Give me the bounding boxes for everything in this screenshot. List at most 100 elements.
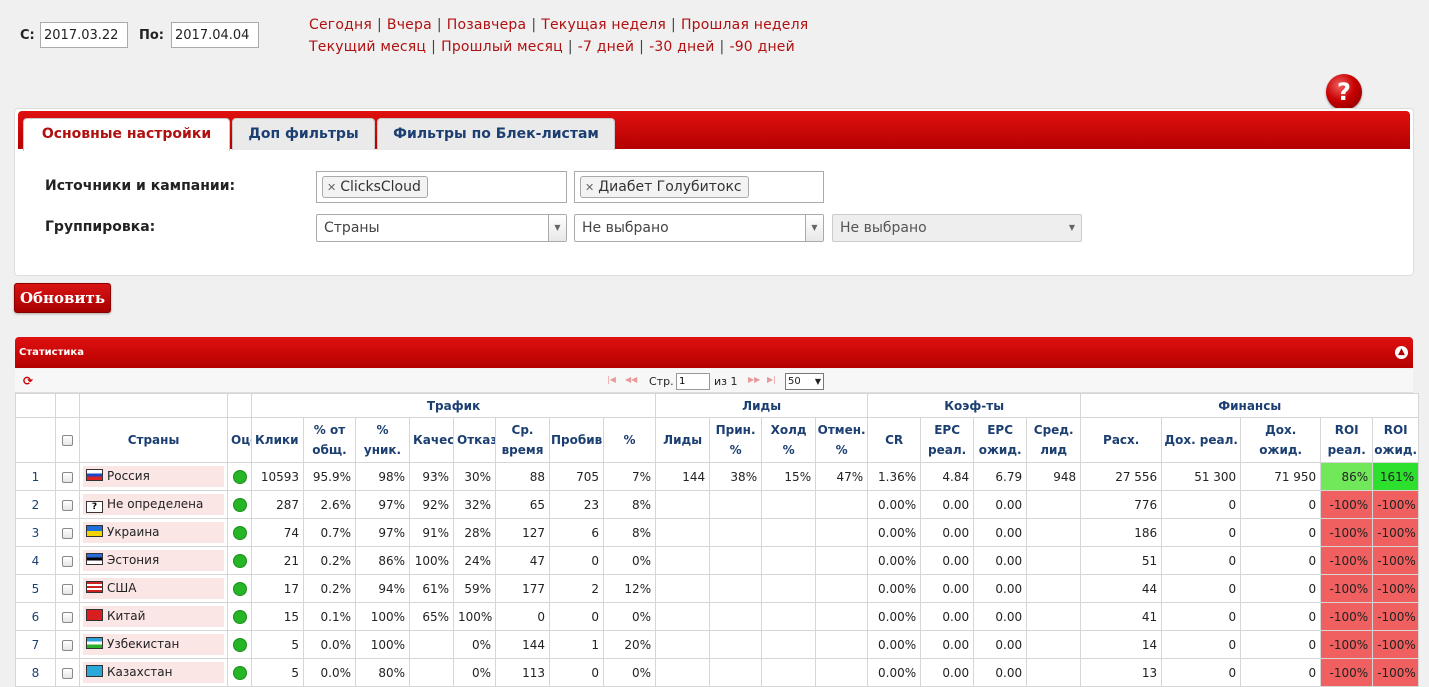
cell-pct-total: 0.1%: [303, 602, 356, 631]
link-current-month[interactable]: Текущий месяц: [309, 39, 426, 55]
col-cr[interactable]: CR: [867, 417, 922, 463]
col-select-all[interactable]: [55, 417, 80, 463]
tab-main-settings[interactable]: Основные настройки: [23, 118, 230, 151]
country-cell[interactable]: Узбекистан: [79, 630, 228, 659]
link-yesterday[interactable]: Вчера: [387, 17, 432, 33]
remove-tag-icon[interactable]: ✕: [585, 181, 594, 194]
cell-epc-r: 0.00: [920, 574, 975, 603]
col-rating[interactable]: Оце: [227, 417, 252, 463]
col-income-expected[interactable]: Дох. ожид.: [1240, 417, 1322, 463]
row-select[interactable]: [55, 630, 80, 659]
country-name: Казахстан: [107, 665, 173, 679]
table-row[interactable]: 4 Эстония 21 0.2% 86% 100% 24% 47 0 0% 0.00% 0.00 0.…: [15, 546, 1420, 575]
grouping-select-1[interactable]: Страны ▼: [316, 214, 567, 242]
col-avg-time[interactable]: Ср. время: [495, 417, 550, 463]
col-roi-real[interactable]: ROI реал.: [1320, 417, 1374, 463]
col-countries[interactable]: Страны: [79, 417, 228, 463]
link-today[interactable]: Сегодня: [309, 17, 372, 33]
link-minus-90-days[interactable]: -90 дней: [729, 39, 794, 55]
cell-clicks: 74: [251, 518, 304, 547]
date-to-input[interactable]: [171, 22, 259, 48]
row-checkbox[interactable]: [62, 471, 73, 483]
col-leads[interactable]: Лиды: [655, 417, 711, 463]
link-minus-30-days[interactable]: -30 дней: [649, 39, 714, 55]
row-checkbox[interactable]: [62, 639, 73, 651]
country-cell[interactable]: США: [79, 574, 228, 603]
first-page-icon[interactable]: |◀: [607, 375, 616, 384]
col-epc-expected[interactable]: EPC ожид.: [973, 417, 1028, 463]
rows-per-page-select[interactable]: 50 ▼: [785, 373, 824, 390]
row-select[interactable]: [55, 490, 80, 519]
col-epc-real[interactable]: EPC реал.: [920, 417, 975, 463]
table-row[interactable]: 7 Узбекистан 5 0.0% 100% 0% 144 1 20% 0.00% 0.00 0.…: [15, 630, 1420, 659]
link-day-before-yesterday[interactable]: Позавчера: [447, 17, 527, 33]
col-quality[interactable]: Качест: [409, 417, 454, 463]
col-income-real[interactable]: Дох. реал.: [1161, 417, 1242, 463]
row-checkbox[interactable]: [62, 555, 73, 567]
tab-extra-filters[interactable]: Доп фильтры: [232, 118, 375, 150]
link-current-week[interactable]: Текущая неделя: [541, 17, 666, 33]
date-from-input[interactable]: [40, 22, 128, 48]
cell-clicks: 15: [251, 602, 304, 631]
prev-page-icon[interactable]: ◀◀: [625, 375, 637, 384]
refresh-button[interactable]: Обновить: [14, 283, 111, 313]
table-row[interactable]: 2? Не определена 287 2.6% 97% 92% 32% 65 23 8% 0.0…: [15, 490, 1420, 519]
row-checkbox[interactable]: [62, 583, 73, 595]
row-checkbox[interactable]: [62, 611, 73, 623]
country-cell[interactable]: Россия: [79, 462, 228, 491]
question-icon[interactable]: ?: [1326, 74, 1362, 110]
page-input[interactable]: [676, 373, 710, 390]
table-row[interactable]: 1 Россия 10593 95.9% 98% 93% 30% 88 705 7% 144 38% 1…: [15, 462, 1420, 491]
cell-quality: 65%: [409, 602, 454, 631]
cell-roi-expected: -100%: [1372, 602, 1420, 631]
row-checkbox[interactable]: [62, 527, 73, 539]
country-cell[interactable]: ? Не определена: [79, 490, 228, 519]
table-row[interactable]: 8 Казахстан 5 0.0% 80% 0% 113 0 0% 0.00% 0.00 0.00 1…: [15, 658, 1420, 687]
table-row[interactable]: 5 США 17 0.2% 94% 61% 59% 177 2 12% 0.00% 0.00 0.00 4…: [15, 574, 1420, 603]
col-clicks[interactable]: Клики: [251, 417, 304, 463]
col-probe-pct[interactable]: %: [602, 417, 657, 463]
country-cell[interactable]: Украина: [79, 518, 228, 547]
row-select[interactable]: [55, 574, 80, 603]
collapse-icon[interactable]: ▲: [1395, 346, 1408, 359]
col-roi-expected[interactable]: ROI ожид.: [1372, 417, 1420, 463]
col-pct-unique[interactable]: % уник.: [355, 417, 410, 463]
grouping-select-2[interactable]: Не выбрано ▼: [574, 214, 824, 242]
col-pct-total[interactable]: % от общ.: [303, 417, 356, 463]
status-dot-icon: [233, 469, 247, 484]
col-probe[interactable]: Пробив: [549, 417, 604, 463]
table-row[interactable]: 3 Украина 74 0.7% 97% 91% 28% 127 6 8% 0.00% 0.00 0.…: [15, 518, 1420, 547]
country-cell[interactable]: Казахстан: [79, 658, 228, 687]
col-avg-lead[interactable]: Сред. лид: [1026, 417, 1082, 463]
country-cell[interactable]: Китай: [79, 602, 228, 631]
link-minus-7-days[interactable]: -7 дней: [578, 39, 634, 55]
tab-blacklist-filters[interactable]: Фильтры по Блек-листам: [377, 118, 615, 150]
row-select[interactable]: [55, 602, 80, 631]
col-accepted-pct[interactable]: Прин. %: [709, 417, 763, 463]
sources-multiselect[interactable]: ✕ ClicksCloud: [316, 171, 567, 203]
remove-tag-icon[interactable]: ✕: [327, 181, 336, 194]
next-page-icon[interactable]: ▶▶: [748, 375, 760, 384]
last-page-icon[interactable]: ▶|: [767, 375, 776, 384]
col-cost[interactable]: Расх.: [1080, 417, 1163, 463]
rating-cell: [227, 574, 252, 603]
col-bounce[interactable]: Отказ: [453, 417, 496, 463]
row-select[interactable]: [55, 518, 80, 547]
link-last-month[interactable]: Прошлый месяц: [441, 39, 563, 55]
campaigns-multiselect[interactable]: ✕ Диабет Голубитокс: [574, 171, 824, 203]
row-checkbox[interactable]: [62, 667, 73, 679]
link-last-week[interactable]: Прошлая неделя: [681, 17, 808, 33]
table-row[interactable]: 6 Китай 15 0.1% 100% 65% 100% 0 0 0% 0.00% 0.00 0.00…: [15, 602, 1420, 631]
row-select[interactable]: [55, 546, 80, 575]
row-select[interactable]: [55, 658, 80, 687]
row-select[interactable]: [55, 462, 80, 491]
select-all-checkbox[interactable]: [62, 435, 73, 446]
cell-pct-total: 0.0%: [303, 658, 356, 687]
source-tag[interactable]: ✕ ClicksCloud: [322, 176, 428, 198]
country-cell[interactable]: Эстония: [79, 546, 228, 575]
reload-icon[interactable]: ⟳: [23, 374, 33, 388]
col-cancel-pct[interactable]: Отмен. %: [815, 417, 869, 463]
col-hold-pct[interactable]: Холд %: [761, 417, 817, 463]
row-checkbox[interactable]: [62, 499, 73, 511]
campaign-tag[interactable]: ✕ Диабет Голубитокс: [580, 176, 749, 198]
